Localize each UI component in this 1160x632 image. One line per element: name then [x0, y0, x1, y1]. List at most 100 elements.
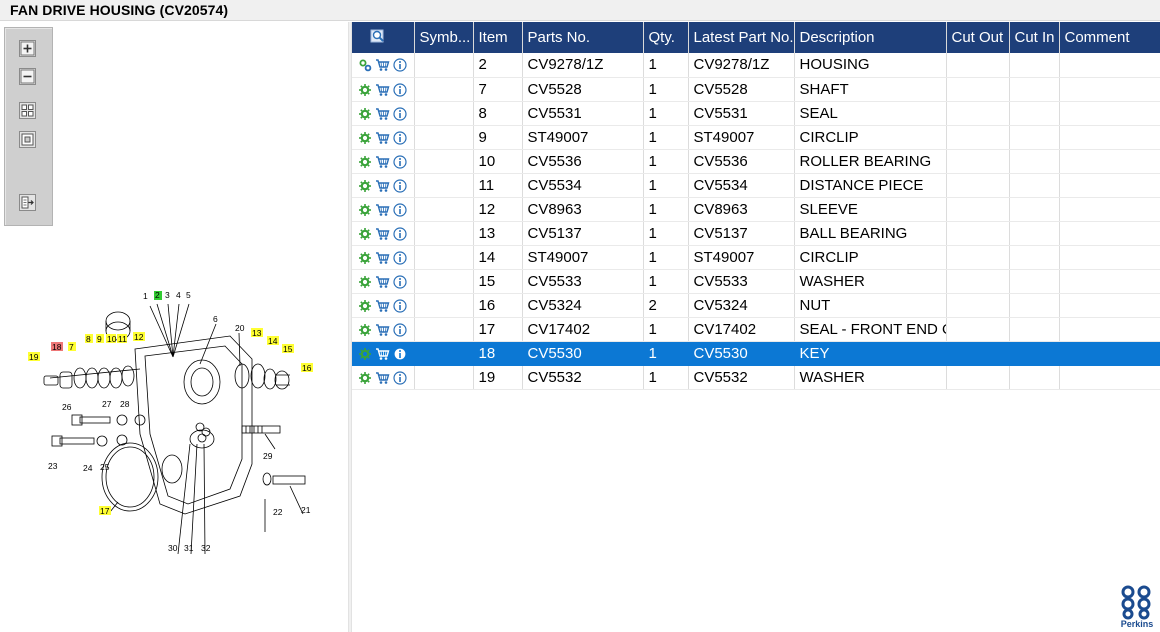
row-actions	[352, 149, 415, 174]
column-header-item[interactable]: Item	[473, 22, 523, 53]
info-icon[interactable]	[393, 58, 407, 72]
add-to-cart-icon[interactable]	[375, 107, 390, 121]
add-to-cart-icon[interactable]	[375, 347, 390, 361]
column-header-cut-out[interactable]: Cut Out	[946, 22, 1010, 53]
column-header-latest-part-no[interactable]: Latest Part No.	[688, 22, 795, 53]
cell-comment	[1059, 293, 1160, 318]
cell-item: 13	[473, 221, 523, 246]
add-to-cart-icon[interactable]	[375, 83, 390, 97]
table-row[interactable]: 19 CV5532 1 CV5532 WASHER	[352, 365, 1160, 390]
gear-icon[interactable]	[358, 299, 372, 313]
gear-icon[interactable]	[358, 347, 372, 361]
info-icon[interactable]	[393, 322, 407, 337]
info-icon[interactable]	[393, 154, 407, 169]
add-to-cart-icon[interactable]	[375, 275, 390, 289]
actual-size-button[interactable]	[19, 131, 36, 148]
table-row[interactable]: 11 CV5534 1 CV5534 DISTANCE PIECE	[352, 173, 1160, 198]
fit-window-button[interactable]	[19, 102, 36, 119]
cell-item: 19	[473, 365, 523, 390]
info-icon[interactable]	[393, 274, 407, 289]
column-header-symbol[interactable]: Symb...	[414, 22, 474, 53]
cell-cut-in	[1009, 173, 1060, 198]
cell-parts-no: CV5532	[522, 365, 644, 390]
gear-icon[interactable]	[358, 83, 372, 97]
cell-cut-in	[1009, 221, 1060, 246]
gear-icon[interactable]	[358, 107, 372, 121]
add-to-cart-icon[interactable]	[375, 227, 390, 241]
info-icon[interactable]	[393, 346, 407, 361]
table-row[interactable]: 18 CV5530 1 CV5530 KEY	[352, 341, 1160, 366]
table-row[interactable]: 7 CV5528 1 CV5528 SHAFT	[352, 77, 1160, 102]
table-row[interactable]: 10 CV5536 1 CV5536 ROLLER BEARING	[352, 149, 1160, 174]
add-to-cart-icon[interactable]	[375, 131, 390, 145]
info-icon[interactable]	[393, 370, 407, 385]
add-to-cart-icon[interactable]	[375, 251, 390, 265]
gear-icon[interactable]	[358, 251, 372, 265]
column-header-parts-no[interactable]: Parts No.	[522, 22, 644, 53]
table-row[interactable]: 17 CV17402 1 CV17402 SEAL - FRONT END OI	[352, 317, 1160, 342]
cell-latest-part-no: CV5533	[688, 269, 795, 294]
gear-icon[interactable]	[358, 371, 372, 385]
svg-text:31: 31	[184, 543, 194, 553]
info-icon[interactable]	[393, 202, 407, 217]
cell-symbol	[414, 149, 474, 174]
row-actions	[352, 101, 415, 126]
row-actions	[352, 53, 415, 78]
info-icon[interactable]	[393, 82, 407, 97]
add-to-cart-icon[interactable]	[375, 371, 390, 385]
table-row[interactable]: 15 CV5533 1 CV5533 WASHER	[352, 269, 1160, 294]
add-to-cart-icon[interactable]	[375, 58, 390, 72]
app-window: FAN DRIVE HOUSING (CV20574) 1 2 3 4 5 6 …	[0, 0, 1160, 632]
add-to-cart-icon[interactable]	[375, 155, 390, 169]
column-header-description[interactable]: Description	[794, 22, 947, 53]
column-header-qty[interactable]: Qty.	[643, 22, 689, 53]
table-row[interactable]: 12 CV8963 1 CV8963 SLEEVE	[352, 197, 1160, 222]
table-row[interactable]: 9 ST49007 1 ST49007 CIRCLIP	[352, 125, 1160, 150]
gear-icon[interactable]	[358, 131, 372, 145]
cell-latest-part-no: CV5324	[688, 293, 795, 318]
gear-icon[interactable]	[358, 203, 372, 217]
gear-icon[interactable]	[358, 275, 372, 289]
svg-text:15: 15	[283, 344, 293, 354]
svg-text:26: 26	[62, 402, 72, 412]
column-header-comment[interactable]: Comment	[1059, 22, 1160, 53]
info-icon[interactable]	[393, 178, 407, 193]
cell-comment	[1059, 173, 1160, 198]
info-icon[interactable]	[393, 106, 407, 121]
svg-text:14: 14	[268, 336, 278, 346]
exploded-parts-diagram[interactable]: 1 2 3 4 5 6 7 8 9 10 11 12 13 14 15 16 1	[20, 264, 320, 564]
table-row[interactable]: 14 ST49007 1 ST49007 CIRCLIP	[352, 245, 1160, 270]
parts-table-body: 2 CV9278/1Z 1 CV9278/1Z HOUSING 7 CV5528 1 CV552…	[352, 53, 1160, 390]
column-header-tools[interactable]	[352, 22, 415, 53]
export-button[interactable]	[19, 194, 36, 211]
gear-icon[interactable]	[358, 227, 372, 241]
table-row[interactable]: 16 CV5324 2 CV5324 NUT	[352, 293, 1160, 318]
svg-text:27: 27	[102, 399, 112, 409]
gear-icon[interactable]	[358, 323, 372, 337]
title-bar: FAN DRIVE HOUSING (CV20574)	[0, 0, 1160, 21]
info-icon[interactable]	[393, 130, 407, 145]
info-icon[interactable]	[393, 226, 407, 241]
cell-parts-no: CV5530	[522, 341, 644, 366]
cell-qty: 1	[643, 197, 689, 222]
table-row[interactable]: 13 CV5137 1 CV5137 BALL BEARING	[352, 221, 1160, 246]
cell-qty: 2	[643, 293, 689, 318]
cell-parts-no: CV5528	[522, 77, 644, 102]
cell-qty: 1	[643, 173, 689, 198]
table-row[interactable]: 8 CV5531 1 CV5531 SEAL	[352, 101, 1160, 126]
gear-icon[interactable]	[358, 155, 372, 169]
gears-icon[interactable]	[358, 58, 372, 72]
table-row[interactable]: 2 CV9278/1Z 1 CV9278/1Z HOUSING	[352, 53, 1160, 78]
add-to-cart-icon[interactable]	[375, 179, 390, 193]
info-icon[interactable]	[393, 298, 407, 313]
info-icon[interactable]	[393, 250, 407, 265]
add-to-cart-icon[interactable]	[375, 323, 390, 337]
gear-icon[interactable]	[358, 179, 372, 193]
zoom-out-button[interactable]	[19, 68, 36, 85]
row-actions	[352, 341, 415, 366]
zoom-in-button[interactable]	[19, 40, 36, 57]
search-parts-icon[interactable]	[370, 28, 386, 44]
column-header-cut-in[interactable]: Cut In	[1009, 22, 1060, 53]
add-to-cart-icon[interactable]	[375, 203, 390, 217]
add-to-cart-icon[interactable]	[375, 299, 390, 313]
